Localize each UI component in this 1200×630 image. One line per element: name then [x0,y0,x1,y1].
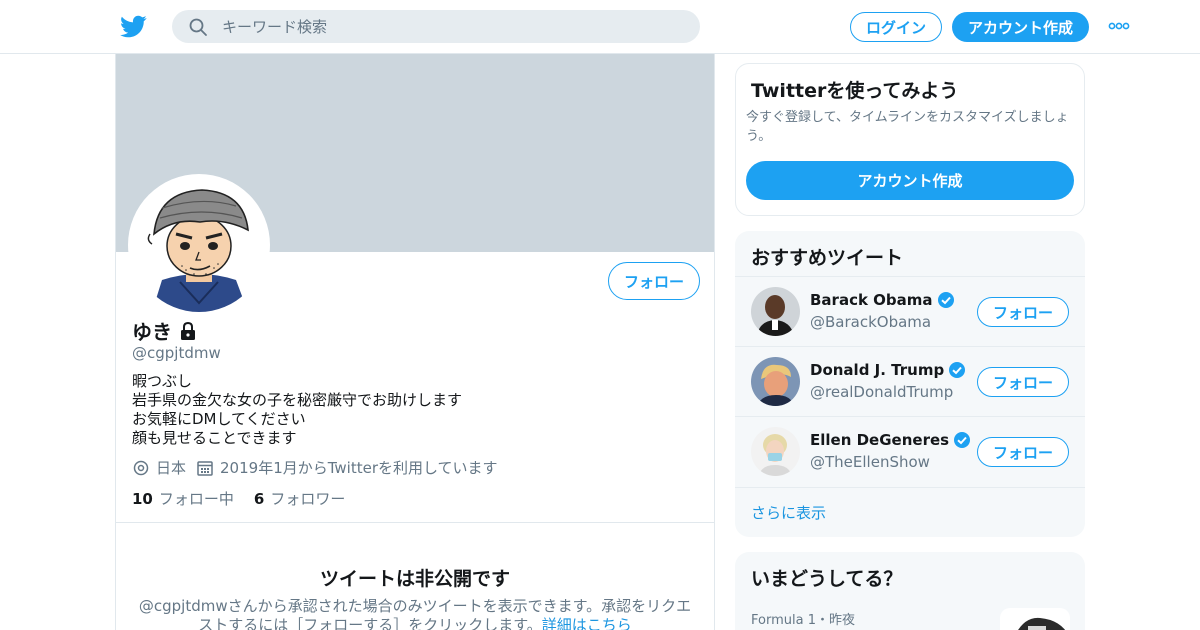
user-handle: @realDonaldTrump [810,383,954,401]
trend-thumbnail[interactable] [1000,608,1070,630]
search-icon [189,18,207,36]
top-nav: ログイン アカウント作成 [0,0,1200,54]
lock-icon [181,321,195,340]
following-count: 10 [132,490,153,508]
profile-bio: 暇つぶし 岩手県の金欠な女の子を秘密厳守でお助けします お気軽にDMしてください… [132,372,462,448]
bio-line: 顔も見せることできます [132,429,297,447]
followers-label: フォロワー [270,490,346,508]
private-tweets-title: ツイートは非公開です [319,568,510,590]
joined-text: 2019年1月からTwitterを利用しています [220,459,498,477]
user-handle: @TheEllenShow [810,453,930,471]
section-divider [116,522,714,523]
user-avatar[interactable] [751,357,800,406]
trends-title: いまどうしてる？ [751,568,903,590]
user-name[interactable]: Ellen DeGeneres [810,431,949,449]
signup-button[interactable]: アカウント作成 [952,12,1089,42]
bio-line: 暇つぶし [132,372,193,390]
avatar-illustration [132,178,266,312]
signup-card-button[interactable]: アカウント作成 [746,161,1074,200]
user-name-row: Barack Obama [810,291,955,309]
user-avatar[interactable] [751,427,800,476]
recommended-title: おすすめツイート [751,247,904,269]
follow-button[interactable]: フォロー [977,297,1069,327]
user-name-row: Donald J. Trump [810,361,966,379]
show-more-row[interactable]: さらに表示 [735,487,1085,537]
profile-avatar[interactable] [128,174,270,316]
follow-button[interactable]: フォロー [608,262,700,300]
login-button[interactable]: ログイン [850,12,942,42]
profile-meta: 日本 2019年1月からTwitterを利用しています [132,457,508,478]
search-input[interactable] [222,10,682,43]
location-item: 日本 [132,457,186,478]
recommended-item[interactable]: Donald J. Trump @realDonaldTrump フォロー [735,346,1085,416]
follow-button[interactable]: フォロー [977,367,1069,397]
verified-badge-icon [949,362,966,378]
more-options-icon[interactable] [1108,21,1130,31]
profile-column: フォロー ゆき @cgpjtdmw 暇つぶし 岩手県の金欠な女の子を秘密厳守でお… [115,54,715,630]
profile-name: ゆき [132,320,172,344]
verified-badge-icon [937,292,954,308]
private-tweets-desc: @cgpjtdmwさんから承認された場合のみツイートを表示できます。承認をリクエ… [134,597,696,630]
profile-stats: 10 フォロー中 6 フォロワー [132,488,345,509]
twitter-bird-icon[interactable] [120,13,147,40]
followers-count: 6 [253,490,265,508]
bio-line: お気軽にDMしてください [132,410,306,428]
recommended-card: おすすめツイート Barack Obama @BarackObama フォロー … [735,231,1085,537]
trends-card: いまどうしてる？ Formula 1・昨夜 [735,552,1085,630]
followers-stat[interactable]: 6 フォロワー [254,488,345,509]
calendar-icon [197,460,213,476]
following-stat[interactable]: 10 フォロー中 [132,488,234,509]
user-handle: @BarackObama [810,313,932,331]
follow-button[interactable]: フォロー [977,437,1069,467]
user-name-row: Ellen DeGeneres [810,431,971,449]
show-more-link[interactable]: さらに表示 [751,502,826,523]
signup-card-title: Twitterを使ってみよう [751,80,959,102]
location-pin-icon [133,460,149,475]
recommended-item[interactable]: Barack Obama @BarackObama フォロー [735,276,1085,346]
signup-card-desc: 今すぐ登録して、タイムラインをカスタマイズしましょう。 [746,110,1069,144]
learn-more-link[interactable]: 詳細はこちら [542,616,632,630]
location-text: 日本 [156,459,187,477]
user-avatar[interactable] [751,287,800,336]
user-name[interactable]: Donald J. Trump [810,361,944,379]
following-label: フォロー中 [158,490,234,508]
joined-item: 2019年1月からTwitterを利用しています [196,457,498,478]
profile-handle: @cgpjtdmw [132,344,221,362]
search-bar[interactable] [172,10,700,43]
signup-card: Twitterを使ってみよう 今すぐ登録して、タイムラインをカスタマイズしましょ… [735,63,1085,216]
bio-line: 岩手県の金欠な女の子を秘密厳守でお助けします [132,391,463,409]
trend-meta[interactable]: Formula 1・昨夜 [751,609,855,628]
verified-badge-icon [954,432,971,448]
recommended-item[interactable]: Ellen DeGeneres @TheEllenShow フォロー [735,416,1085,486]
profile-name-row: ゆき [132,316,198,345]
user-name[interactable]: Barack Obama [810,291,933,309]
